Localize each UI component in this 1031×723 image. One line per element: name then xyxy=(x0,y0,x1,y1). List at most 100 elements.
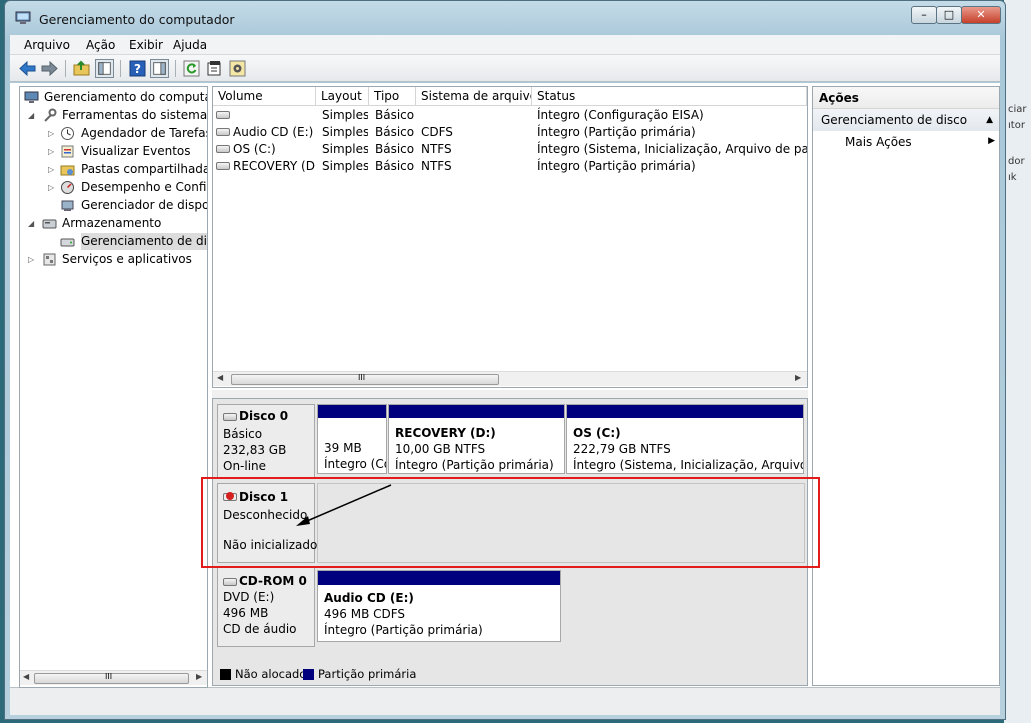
collapse-icon[interactable]: ▲ xyxy=(986,109,993,131)
background-text: dor xyxy=(1008,156,1025,167)
collapsed-icon[interactable]: ▷ xyxy=(48,179,58,196)
menu-exibir[interactable]: Exibir xyxy=(129,38,163,52)
tree-item-storage[interactable]: ◢ Armazenamento xyxy=(22,215,207,232)
drive-icon xyxy=(216,162,230,170)
menu-acao[interactable]: Ação xyxy=(86,38,115,52)
minimize-button[interactable]: – xyxy=(911,6,937,24)
svg-text:?: ? xyxy=(134,62,141,76)
tools-icon xyxy=(44,108,57,122)
cdrom0-state: CD de áudio xyxy=(223,622,297,636)
toolbar-separator xyxy=(175,60,176,77)
disk-management-icon xyxy=(60,238,75,247)
window-title: Gerenciamento do computador xyxy=(39,12,235,27)
disk0-name: Disco 0 xyxy=(239,409,289,423)
collapsed-icon[interactable]: ▷ xyxy=(48,143,58,160)
tree-item-event-viewer[interactable]: ▷ Visualizar Eventos xyxy=(22,143,207,160)
partition-band xyxy=(318,571,560,585)
cdrom0-partition[interactable]: Audio CD (E:) 496 MB CDFS Íntegro (Parti… xyxy=(317,570,561,642)
settings-icon[interactable] xyxy=(228,59,247,78)
tree-item-device-manager[interactable]: Gerenciador de dispositivos xyxy=(22,197,207,214)
disk0-partition-eisa[interactable]: 39 MB Íntegro (Configuração EISA) xyxy=(317,404,387,474)
column-volume[interactable]: Volume xyxy=(213,87,316,106)
scroll-right-icon[interactable]: ▶ xyxy=(795,373,801,382)
column-layout[interactable]: Layout xyxy=(316,87,369,106)
tree-item-performance[interactable]: ▷ Desempenho e Confiabilidade xyxy=(22,179,207,196)
volume-list: Volume Layout Tipo Sistema de arquivos S… xyxy=(212,86,808,388)
scroll-left-icon[interactable]: ◀ xyxy=(23,672,29,681)
cdrom0-name: CD-ROM 0 xyxy=(239,574,307,588)
drive-icon xyxy=(216,128,230,136)
tree-item-shared-folders[interactable]: ▷ Pastas compartilhadas xyxy=(22,161,207,178)
tree-item-system-tools[interactable]: ◢ Ferramentas do sistema xyxy=(22,107,207,124)
disk0-partition-os[interactable]: OS (C:) 222,79 GB NTFS Íntegro (Sistema,… xyxy=(566,404,804,474)
collapsed-icon[interactable]: ▷ xyxy=(48,161,58,178)
background-text: ciar xyxy=(1008,104,1027,115)
back-arrow-icon[interactable] xyxy=(18,59,37,78)
tree-item-disk-management[interactable]: Gerenciamento de disco xyxy=(22,233,207,250)
background-text: ıtor xyxy=(1008,120,1025,131)
menu-bar: Arquivo Ação Exibir Ajuda xyxy=(10,35,1000,55)
tree-item-root[interactable]: Gerenciamento do computador xyxy=(22,89,207,106)
column-tipo[interactable]: Tipo xyxy=(369,87,416,106)
table-row[interactable]: Simples Básico Íntegro (Configuração EIS… xyxy=(213,107,807,124)
up-folder-icon[interactable] xyxy=(72,59,91,78)
event-viewer-icon xyxy=(61,145,74,158)
volume-horizontal-scrollbar[interactable]: ◀ III ▶ xyxy=(213,371,807,386)
tree-horizontal-scrollbar[interactable]: ◀ III ▶ xyxy=(20,670,207,685)
scroll-right-icon[interactable]: ▶ xyxy=(196,672,202,681)
collapsed-icon[interactable]: ▷ xyxy=(28,251,38,268)
navigation-tree: Gerenciamento do computador ◢ Ferramenta… xyxy=(19,86,208,688)
column-status[interactable]: Status xyxy=(532,87,807,106)
partition-band xyxy=(389,405,564,418)
legend-primary-swatch xyxy=(303,669,314,680)
tree-item-task-scheduler[interactable]: ▷ Agendador de Tarefas xyxy=(22,125,207,142)
table-row[interactable]: RECOVERY (D:) Simples Básico NTFS Íntegr… xyxy=(213,158,807,175)
refresh-icon[interactable] xyxy=(182,59,201,78)
disk0-state: On-line xyxy=(223,459,267,473)
scroll-left-icon[interactable]: ◀ xyxy=(217,373,223,382)
computer-management-icon xyxy=(24,91,39,103)
collapsed-icon[interactable]: ▷ xyxy=(48,125,58,142)
maximize-button[interactable]: □ xyxy=(936,6,962,24)
pane-splitter[interactable] xyxy=(212,390,808,398)
cdrom0-info[interactable]: CD-ROM 0 DVD (E:) 496 MB CD de áudio xyxy=(217,567,315,647)
disk-icon xyxy=(223,413,237,421)
show-hide-tree-icon[interactable] xyxy=(95,59,114,78)
disk0-info[interactable]: Disco 0 Básico 232,83 GB On-line xyxy=(217,404,315,479)
close-button[interactable]: ✕ xyxy=(961,6,1001,24)
annotation-arrow-icon xyxy=(296,484,392,526)
title-bar[interactable]: Gerenciamento do computador – □ ✕ xyxy=(5,1,1005,33)
column-file-system[interactable]: Sistema de arquivos xyxy=(416,87,532,106)
expanded-icon[interactable]: ◢ xyxy=(28,215,38,232)
properties-icon[interactable] xyxy=(205,59,224,78)
menu-arquivo[interactable]: Arquivo xyxy=(24,38,70,52)
show-hide-actions-icon[interactable] xyxy=(150,59,169,78)
performance-icon xyxy=(61,181,74,194)
status-bar xyxy=(10,687,1000,715)
drive-icon xyxy=(216,145,230,153)
device-manager-icon xyxy=(61,200,74,211)
disk0-partition-recovery[interactable]: RECOVERY (D:) 10,00 GB NTFS Íntegro (Par… xyxy=(388,404,565,474)
more-actions-item[interactable]: Mais Ações ▶ xyxy=(845,135,995,149)
drive-icon xyxy=(216,111,230,119)
menu-ajuda[interactable]: Ajuda xyxy=(173,38,207,52)
disk0-size: 232,83 GB xyxy=(223,443,287,457)
table-row[interactable]: OS (C:) Simples Básico NTFS Íntegro (Sis… xyxy=(213,141,807,158)
scroll-thumb[interactable]: III xyxy=(231,373,499,385)
cdrom0-type: DVD (E:) xyxy=(223,590,275,604)
forward-arrow-icon[interactable] xyxy=(40,59,59,78)
scroll-thumb[interactable]: III xyxy=(34,672,189,684)
partition-band xyxy=(567,405,803,418)
storage-icon xyxy=(42,219,57,229)
actions-header: Ações xyxy=(813,87,999,109)
legend-unallocated-label: Não alocado xyxy=(235,667,307,681)
legend-unallocated-swatch xyxy=(220,669,231,680)
tree-item-services-apps[interactable]: ▷ Serviços e aplicativos xyxy=(22,251,207,268)
background-window-edge: ciar ıtor dor ık xyxy=(1004,0,1031,723)
toolbar-separator xyxy=(65,60,66,77)
help-icon[interactable]: ? xyxy=(128,59,147,78)
table-row[interactable]: Audio CD (E:) Simples Básico CDFS Íntegr… xyxy=(213,124,807,141)
services-icon xyxy=(43,253,56,266)
actions-section-disk-management[interactable]: Gerenciamento de disco ▲ xyxy=(813,109,999,131)
expanded-icon[interactable]: ◢ xyxy=(28,107,38,124)
